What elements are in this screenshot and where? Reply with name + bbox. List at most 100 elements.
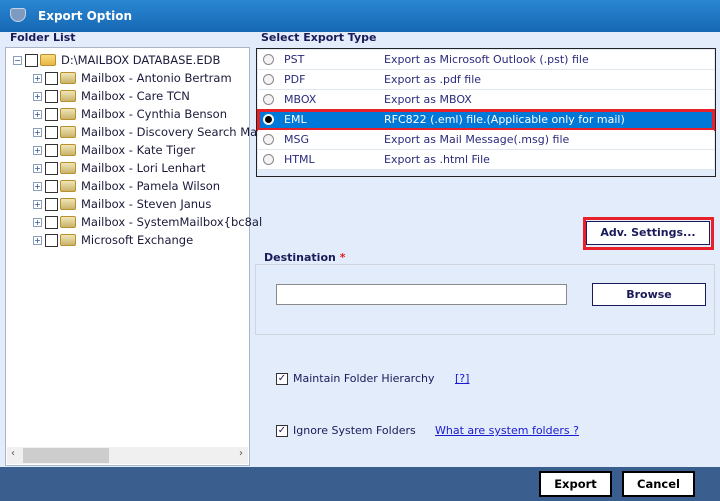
tree-item-label: Mailbox - SystemMailbox{bc8al	[81, 215, 263, 229]
destination-label-text: Destination	[264, 251, 336, 264]
tree-item[interactable]: + Mailbox - Cynthia Benson	[33, 105, 227, 123]
checkbox[interactable]	[45, 215, 58, 229]
horizontal-scrollbar[interactable]: ‹ ›	[7, 447, 248, 464]
radio-button[interactable]	[263, 54, 274, 65]
export-type-pst[interactable]: PST Export as Microsoft Outlook (.pst) fi…	[258, 50, 714, 70]
tree-item[interactable]: + Microsoft Exchange	[33, 231, 193, 249]
maintain-hierarchy-label: Maintain Folder Hierarchy	[293, 372, 435, 385]
export-type-msg[interactable]: MSG Export as Mail Message(.msg) file	[258, 130, 714, 150]
destination-input[interactable]	[276, 284, 567, 305]
footer-bar	[0, 467, 720, 501]
export-type-desc: Export as Microsoft Outlook (.pst) file	[384, 53, 589, 66]
export-type-eml[interactable]: EML RFC822 (.eml) file.(Applicable only f…	[257, 109, 715, 131]
title-bar: Export Option	[0, 0, 720, 32]
checkbox[interactable]	[45, 143, 58, 157]
tree-item-label: Mailbox - Pamela Wilson	[81, 179, 221, 193]
expand-icon[interactable]: +	[33, 235, 42, 245]
export-type-name: MSG	[284, 133, 309, 146]
scroll-left-icon[interactable]: ‹	[11, 448, 15, 459]
adv-settings-button[interactable]: Adv. Settings...	[586, 221, 710, 245]
export-type-desc: RFC822 (.eml) file.(Applicable only for …	[384, 113, 625, 126]
export-type-desc: Export as Mail Message(.msg) file	[384, 133, 570, 146]
maintain-hierarchy-option[interactable]: ✓ Maintain Folder Hierarchy	[276, 372, 435, 385]
radio-button[interactable]	[263, 154, 274, 165]
checkbox[interactable]	[45, 197, 58, 211]
browse-button[interactable]: Browse	[592, 283, 706, 306]
window-title: Export Option	[38, 9, 133, 23]
checkbox[interactable]	[45, 107, 58, 121]
export-type-name: EML	[284, 113, 307, 126]
radio-button[interactable]	[263, 74, 274, 85]
tree-item-label: Mailbox - Lori Lenhart	[81, 161, 206, 175]
folder-tree[interactable]: − D:\MAILBOX DATABASE.EDB + Mailbox - Ant…	[5, 47, 262, 466]
tree-item-label: Mailbox - Cynthia Benson	[81, 107, 227, 121]
checkbox[interactable]	[45, 179, 58, 193]
radio-button[interactable]	[263, 94, 274, 105]
tree-item[interactable]: + Mailbox - Kate Tiger	[33, 141, 195, 159]
collapse-icon[interactable]: −	[13, 55, 22, 65]
destination-label: Destination *	[261, 251, 349, 264]
tree-item[interactable]: + Mailbox - SystemMailbox{bc8al	[33, 213, 262, 231]
checkbox[interactable]	[45, 161, 58, 175]
mailbox-icon	[60, 126, 76, 138]
expand-icon[interactable]: +	[33, 181, 42, 191]
folder-icon	[40, 54, 56, 66]
mailbox-icon	[60, 108, 76, 120]
mailbox-icon	[60, 198, 76, 210]
export-type-label: Select Export Type	[261, 31, 377, 44]
mailbox-icon	[60, 234, 76, 246]
tree-item[interactable]: + Mailbox - Care TCN	[33, 87, 190, 105]
export-type-list[interactable]: PST Export as Microsoft Outlook (.pst) fi…	[256, 48, 716, 177]
tree-item[interactable]: + Mailbox - Antonio Bertram	[33, 69, 232, 87]
export-type-name: HTML	[284, 153, 315, 166]
folder-list-label: Folder List	[10, 31, 76, 44]
ignore-system-checkbox[interactable]: ✓	[276, 424, 288, 437]
mailbox-icon	[60, 72, 76, 84]
ignore-system-option[interactable]: ✓ Ignore System Folders	[276, 424, 416, 437]
export-type-name: PDF	[284, 73, 306, 86]
expand-icon[interactable]: +	[33, 109, 42, 119]
tree-item-label: Mailbox - Antonio Bertram	[81, 71, 232, 85]
tree-item[interactable]: + Mailbox - Steven Janus	[33, 195, 211, 213]
mailbox-icon	[60, 180, 76, 192]
tree-root[interactable]: − D:\MAILBOX DATABASE.EDB	[13, 51, 220, 69]
export-button[interactable]: Export	[539, 471, 612, 497]
export-type-html[interactable]: HTML Export as .html File	[258, 150, 714, 170]
expand-icon[interactable]: +	[33, 91, 42, 101]
tree-item[interactable]: + Mailbox - Discovery Search Mai	[33, 123, 260, 141]
required-mark: *	[339, 251, 346, 264]
mailbox-icon	[60, 144, 76, 156]
system-folders-help-link[interactable]: What are system folders ?	[435, 424, 579, 437]
export-type-name: PST	[284, 53, 305, 66]
mailbox-icon	[60, 162, 76, 174]
ignore-system-label: Ignore System Folders	[293, 424, 416, 437]
expand-icon[interactable]: +	[33, 73, 42, 83]
expand-icon[interactable]: +	[33, 127, 42, 137]
scroll-right-icon[interactable]: ›	[239, 448, 243, 459]
app-icon	[10, 8, 26, 22]
export-type-desc: Export as .html File	[384, 153, 490, 166]
radio-button[interactable]	[263, 134, 274, 145]
export-type-pdf[interactable]: PDF Export as .pdf file	[258, 70, 714, 90]
cancel-button[interactable]: Cancel	[622, 471, 695, 497]
mailbox-icon	[60, 90, 76, 102]
export-type-desc: Export as MBOX	[384, 93, 472, 106]
checkbox[interactable]	[25, 53, 38, 67]
radio-button[interactable]	[263, 114, 274, 125]
export-type-mbox[interactable]: MBOX Export as MBOX	[258, 90, 714, 110]
checkbox[interactable]	[45, 125, 58, 139]
tree-item[interactable]: + Mailbox - Lori Lenhart	[33, 159, 206, 177]
hierarchy-help-link[interactable]: [?]	[455, 372, 469, 385]
checkbox[interactable]	[45, 89, 58, 103]
expand-icon[interactable]: +	[33, 145, 42, 155]
tree-item[interactable]: + Mailbox - Pamela Wilson	[33, 177, 220, 195]
tree-root-label: D:\MAILBOX DATABASE.EDB	[61, 53, 221, 67]
checkbox[interactable]	[45, 233, 58, 247]
checkbox[interactable]	[45, 71, 58, 85]
maintain-hierarchy-checkbox[interactable]: ✓	[276, 372, 288, 385]
scroll-thumb[interactable]	[23, 448, 109, 463]
tree-item-label: Mailbox - Kate Tiger	[81, 143, 196, 157]
expand-icon[interactable]: +	[33, 199, 42, 209]
expand-icon[interactable]: +	[33, 217, 42, 227]
expand-icon[interactable]: +	[33, 163, 42, 173]
